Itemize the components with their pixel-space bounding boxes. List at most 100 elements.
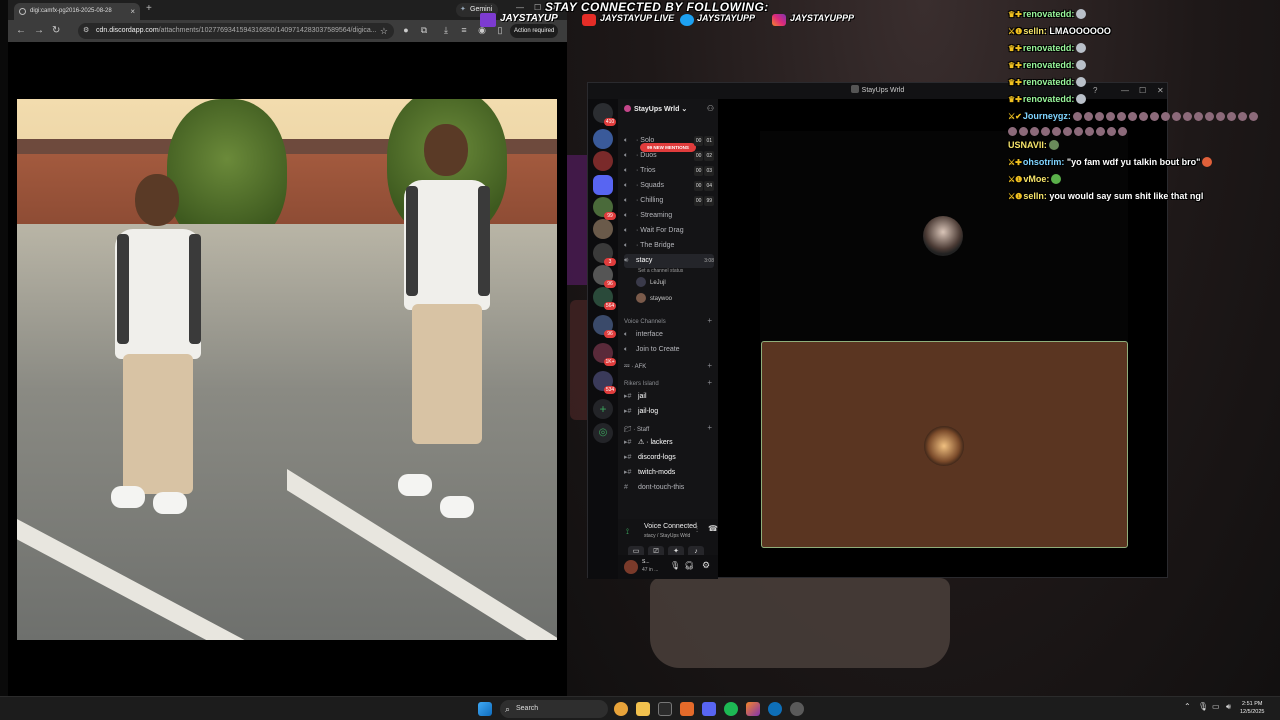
close-icon[interactable]: ✕ <box>1157 83 1164 99</box>
text-channel-jail[interactable]: ▸# jail <box>624 390 714 404</box>
avatar[interactable] <box>624 560 638 574</box>
volume-icon[interactable]: 🔊︎ <box>1226 702 1231 712</box>
browser-tab[interactable]: digi:camfx-pg2016-2025-08-28 × <box>14 3 140 20</box>
text-channel-discord-logs[interactable]: ▸# discord-logs <box>624 451 714 465</box>
discover-icon[interactable]: ◎ <box>593 423 613 443</box>
add-server-icon[interactable]: + <box>593 399 613 419</box>
file-explorer-icon[interactable] <box>636 702 650 716</box>
channel-status[interactable]: Set a channel status <box>638 268 683 274</box>
window-title: StayUps Wrld <box>861 87 905 94</box>
voice-channel-join-to-create[interactable]: 🔈︎ Join to Create <box>624 343 714 357</box>
voice-channel-wait[interactable]: 🔈︎ · Wait For Drag <box>624 224 714 238</box>
mic-tray-icon[interactable]: 🎙︎ <box>1198 702 1208 711</box>
help-icon[interactable]: ? <box>1093 83 1097 99</box>
maximize-icon[interactable]: ☐ <box>1139 83 1146 99</box>
participant-tile[interactable] <box>761 341 1128 548</box>
voice-channel-interface[interactable]: 🔈︎ interface <box>624 328 714 342</box>
voice-channel-trios[interactable]: 🔈︎ · Trios 00 03 <box>624 164 714 178</box>
forward-icon[interactable]: → <box>34 24 44 38</box>
category-staff[interactable]: 📁︎ · Staff <box>624 426 649 433</box>
site-info-icon[interactable]: ⚙ <box>83 23 89 39</box>
headphones-icon[interactable]: 🎧︎ <box>684 561 694 570</box>
server-icon[interactable] <box>593 151 613 171</box>
noise-suppression-icon[interactable]: ⫶ <box>696 525 698 535</box>
tab-close-icon[interactable]: × <box>130 3 135 20</box>
server-icon[interactable]: 99 <box>593 197 616 220</box>
settings-gear-icon[interactable]: ⚙ <box>702 560 710 571</box>
action-required-button[interactable]: Action required <box>510 24 559 38</box>
text-channel-dont-touch[interactable]: # dont-touch-this <box>624 481 714 495</box>
server-icon[interactable]: 1K+ <box>593 343 616 366</box>
reload-icon[interactable]: ↻ <box>52 24 60 38</box>
media-icon[interactable]: ≡ <box>458 24 470 36</box>
ccleaner-icon[interactable] <box>768 702 782 716</box>
server-icon[interactable]: 96 <box>593 265 616 288</box>
voice-channel-chilling[interactable]: 🔈︎ · Chilling 00 99 <box>624 194 714 208</box>
voice-channel-stacy[interactable]: 🔊︎ stacy 3:08 <box>624 254 714 268</box>
start-menu-icon[interactable] <box>478 702 492 716</box>
server-icon[interactable]: 564 <box>593 287 616 310</box>
disconnect-icon[interactable]: ☎ <box>708 524 718 533</box>
voice-channel-solo[interactable]: 🔈︎ · Solo 00 01 <box>624 134 714 148</box>
emote-icon <box>1076 94 1087 104</box>
vlc-icon[interactable] <box>680 702 694 716</box>
server-icon[interactable]: 3 <box>593 243 616 266</box>
extensions-puzzle-icon[interactable]: ⧉ <box>418 24 430 36</box>
back-icon[interactable]: ← <box>16 24 26 38</box>
server-name[interactable]: StayUps Wrld ⌄ <box>624 105 687 113</box>
server-icon[interactable] <box>593 129 613 149</box>
invite-icon[interactable]: ⚇ <box>707 104 714 113</box>
text-channel-jail-log[interactable]: ▸# jail-log <box>624 405 714 419</box>
voice-user[interactable]: LeJujl <box>636 277 666 289</box>
server-icon[interactable]: 534 <box>593 371 616 394</box>
obs-icon[interactable] <box>790 702 804 716</box>
server-icon[interactable]: 96 <box>593 315 616 338</box>
signal-icon[interactable]: ⟟ <box>626 527 629 537</box>
speaker-icon: 🔊︎ <box>624 257 629 264</box>
voice-user[interactable]: staywoo <box>636 293 672 305</box>
add-channel-icon[interactable]: + <box>707 378 712 387</box>
taskbar-search[interactable]: Search <box>500 700 608 718</box>
voice-channel-bridge[interactable]: 🔈︎ · The Bridge <box>624 239 714 253</box>
add-channel-icon[interactable]: + <box>707 361 712 370</box>
category-rikers[interactable]: Rikers Island <box>624 381 659 387</box>
discord-icon[interactable] <box>702 702 716 716</box>
voice-channel-squads[interactable]: 🔈︎ · Squads 00 04 <box>624 179 714 193</box>
photo-left <box>17 99 287 640</box>
youtube-handle: JAYSTAYUP LIVE <box>600 13 675 23</box>
extension-icon[interactable]: ● <box>400 24 412 36</box>
participant-avatar[interactable] <box>923 216 963 256</box>
voice-channel-streaming[interactable]: 🔈︎ · Streaming <box>624 209 714 223</box>
direct-messages-icon[interactable]: 410 <box>593 103 616 126</box>
voice-channel-duos[interactable]: 🔈︎ · Duos 00 02 <box>624 149 714 163</box>
add-channel-icon[interactable]: + <box>707 316 712 325</box>
server-icon[interactable] <box>593 175 613 195</box>
text-channel-twitch-mods[interactable]: ▸# twitch-mods <box>624 466 714 480</box>
instagram-icon <box>772 14 786 26</box>
taskbar: Search ⌃ 🎙︎ ▭ 🔊︎ 2:51 PM 12/5/2025 <box>0 696 1280 720</box>
microphone-icon[interactable]: 🎙︎ <box>670 561 680 570</box>
taskbar-clock[interactable]: 2:51 PM 12/5/2025 <box>1240 700 1264 716</box>
minimize-icon[interactable]: — <box>1121 83 1129 99</box>
maximize-icon[interactable]: ☐ <box>534 3 541 12</box>
text-channel-lackers[interactable]: ▸# ⚠ · lackers <box>624 436 714 450</box>
minimize-icon[interactable]: — <box>516 3 524 12</box>
voice-location[interactable]: stacy / StayUps Wrld <box>644 533 690 539</box>
add-channel-icon[interactable]: + <box>707 423 712 432</box>
avatar <box>636 277 646 287</box>
spotify-icon[interactable] <box>724 702 738 716</box>
tray-overflow-icon[interactable]: ⌃ <box>1184 702 1191 711</box>
app-icon[interactable] <box>746 702 760 716</box>
chat-message: ⚔❶selln: you would say sum shit like tha… <box>1008 191 1204 201</box>
new-tab-button[interactable]: + <box>146 3 152 14</box>
network-icon[interactable]: ▭ <box>1212 702 1220 711</box>
server-icon[interactable] <box>593 219 613 239</box>
chrome-icon[interactable] <box>614 702 628 716</box>
hash-icon: # <box>624 484 628 491</box>
bookmark-star-icon[interactable]: ☆ <box>380 23 388 39</box>
category-voice[interactable]: Voice Channels <box>624 319 666 325</box>
terminal-icon[interactable] <box>658 702 672 716</box>
category-afk[interactable]: 💤︎ · AFK <box>624 364 646 371</box>
download-icon[interactable]: ⤓ <box>440 24 452 36</box>
address-bar[interactable]: ⚙ cdn.discordapp.com/attachments/1027769… <box>78 23 394 39</box>
